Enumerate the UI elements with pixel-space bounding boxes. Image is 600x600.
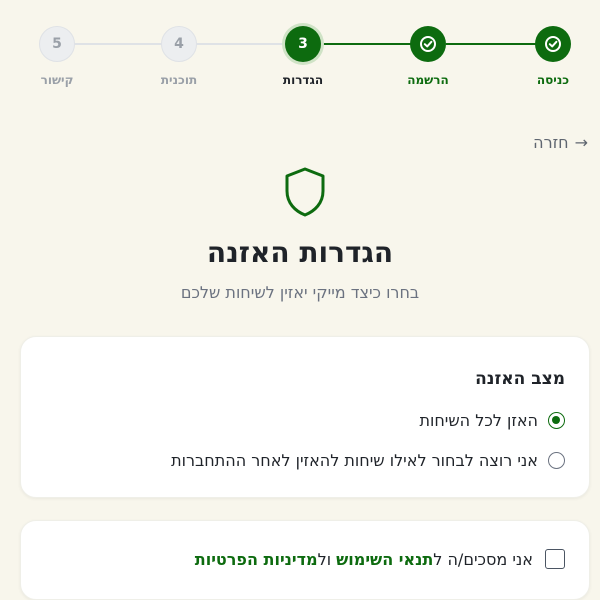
back-label: חזרה: [533, 133, 569, 152]
step-connector-4-5: [74, 43, 164, 45]
step-2-label: הרשמה: [407, 73, 449, 87]
radio-option-label: האזן לכל השיחות: [419, 411, 538, 430]
arrow-right-icon: →: [574, 133, 588, 152]
check-circle-icon: [545, 36, 561, 52]
radio-option-choose-calls[interactable]: אני רוצה לבחור לאילו שיחות להאזין לאחר ה…: [171, 451, 565, 470]
radio-option-all-calls[interactable]: האזן לכל השיחות: [419, 411, 565, 430]
radio-button[interactable]: [548, 452, 565, 469]
step-3-indicator: 3: [285, 26, 321, 62]
page-title: הגדרות האזנה: [206, 236, 394, 269]
consent-checkbox[interactable]: [545, 549, 565, 569]
consent-card: אני מסכים/ה לתנאי השימוש ולמדיניות הפרטי…: [20, 520, 590, 600]
listen-mode-card: מצב האזנה האזן לכל השיחות אני רוצה לבחור…: [20, 336, 590, 498]
page-subtitle: בחרו כיצד מייקי יאזין לשיחות שלכם: [180, 283, 420, 302]
listen-mode-title: מצב האזנה: [475, 369, 565, 389]
step-1-label: כניסה: [536, 73, 570, 87]
step-2-indicator: [410, 26, 446, 62]
consent-and: ול: [317, 549, 332, 569]
step-connector-3-4: [196, 43, 286, 45]
step-5-label: קישור: [40, 73, 74, 87]
shield-icon: [285, 167, 325, 217]
step-5-indicator: 5: [39, 26, 75, 62]
consent-prefix: אני מסכים/ה ל: [433, 549, 533, 569]
radio-button-checked[interactable]: [548, 412, 565, 429]
consent-text: אני מסכים/ה לתנאי השימוש ולמדיניות הפרטי…: [195, 550, 533, 569]
radio-option-label: אני רוצה לבחור לאילו שיחות להאזין לאחר ה…: [171, 451, 538, 470]
progress-stepper: כניסה הרשמה 3 הגדרות 4 תוכנית 5 קישור: [0, 0, 600, 100]
step-4-indicator: 4: [161, 26, 197, 62]
terms-link[interactable]: תנאי השימוש: [336, 550, 433, 569]
check-circle-icon: [420, 36, 436, 52]
privacy-link[interactable]: מדיניות הפרטיות: [195, 550, 318, 569]
step-1-indicator: [535, 26, 571, 62]
step-connector-2-3: [320, 43, 414, 45]
back-button[interactable]: → חזרה: [533, 133, 588, 152]
consent-row: אני מסכים/ה לתנאי השימוש ולמדיניות הפרטי…: [195, 549, 565, 569]
step-connector-1-2: [446, 43, 536, 45]
step-3-label: הגדרות: [282, 73, 324, 87]
step-4-label: תוכנית: [160, 73, 198, 87]
